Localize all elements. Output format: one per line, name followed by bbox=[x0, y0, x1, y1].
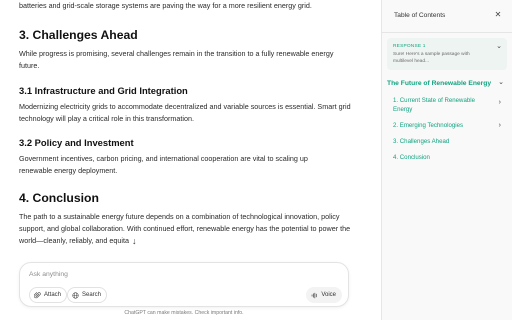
voice-label: Voice bbox=[321, 292, 336, 298]
response-snippet: Sure! Here's a sample passage with multi… bbox=[393, 52, 470, 64]
subsection-heading: 3.1 Infrastructure and Grid Integration bbox=[19, 85, 188, 96]
subsection-heading: 3.2 Policy and Investment bbox=[19, 137, 134, 148]
paperclip-icon bbox=[34, 291, 41, 298]
paragraph: The path to a sustainable energy future … bbox=[19, 211, 351, 247]
globe-icon bbox=[72, 291, 79, 299]
search-label: Search bbox=[82, 292, 102, 298]
toc-header: Table of Contents ✕ bbox=[382, 0, 512, 32]
section-heading: 4. Conclusion bbox=[19, 191, 99, 205]
paragraph: Government incentives, carbon pricing, a… bbox=[19, 154, 308, 175]
response-label: RESPONSE 1 bbox=[393, 44, 426, 49]
chat-main: batteries and grid-scale storage systems… bbox=[0, 0, 380, 320]
waveform-icon bbox=[312, 292, 317, 298]
divider bbox=[382, 32, 512, 33]
chevron-right-icon[interactable]: › bbox=[499, 99, 501, 107]
message-composer: Attach Search Voice bbox=[19, 262, 349, 307]
toc-item[interactable]: 1. Current State of Renewable Energy bbox=[393, 97, 493, 114]
toc-item[interactable]: 4. Conclusion bbox=[393, 154, 493, 163]
voice-button[interactable]: Voice bbox=[306, 287, 342, 303]
paragraph: Modernizing electricity grids to accommo… bbox=[19, 102, 351, 123]
disclaimer: ChatGPT can make mistakes. Check importa… bbox=[124, 310, 244, 316]
paragraph-text: The path to a sustainable energy future … bbox=[19, 212, 351, 245]
chevron-up-icon[interactable]: ⌄ bbox=[496, 43, 502, 51]
attach-label: Attach bbox=[44, 292, 62, 298]
close-icon[interactable]: ✕ bbox=[493, 10, 503, 20]
attach-button[interactable]: Attach bbox=[29, 287, 68, 303]
section-heading: 3. Challenges Ahead bbox=[19, 28, 138, 42]
toc-item[interactable]: 2. Emerging Technologies bbox=[393, 122, 493, 131]
arrow-down-icon[interactable]: ↓ bbox=[132, 235, 137, 247]
chevron-right-icon[interactable]: › bbox=[499, 122, 501, 130]
chevron-down-icon[interactable]: ⌄ bbox=[498, 79, 504, 87]
toc-root-item[interactable]: The Future of Renewable Energy bbox=[387, 80, 491, 87]
paragraph: batteries and grid-scale storage systems… bbox=[19, 1, 312, 10]
search-button[interactable]: Search bbox=[67, 287, 108, 303]
toc-item[interactable]: 3. Challenges Ahead bbox=[393, 138, 493, 147]
paragraph: While progress is promising, several cha… bbox=[19, 49, 334, 70]
response-card[interactable]: RESPONSE 1 Sure! Here's a sample passage… bbox=[387, 38, 507, 70]
toc-panel: Table of Contents ✕ RESPONSE 1 Sure! Her… bbox=[381, 0, 512, 320]
toc-title: Table of Contents bbox=[394, 12, 446, 19]
message-input[interactable] bbox=[29, 269, 329, 280]
